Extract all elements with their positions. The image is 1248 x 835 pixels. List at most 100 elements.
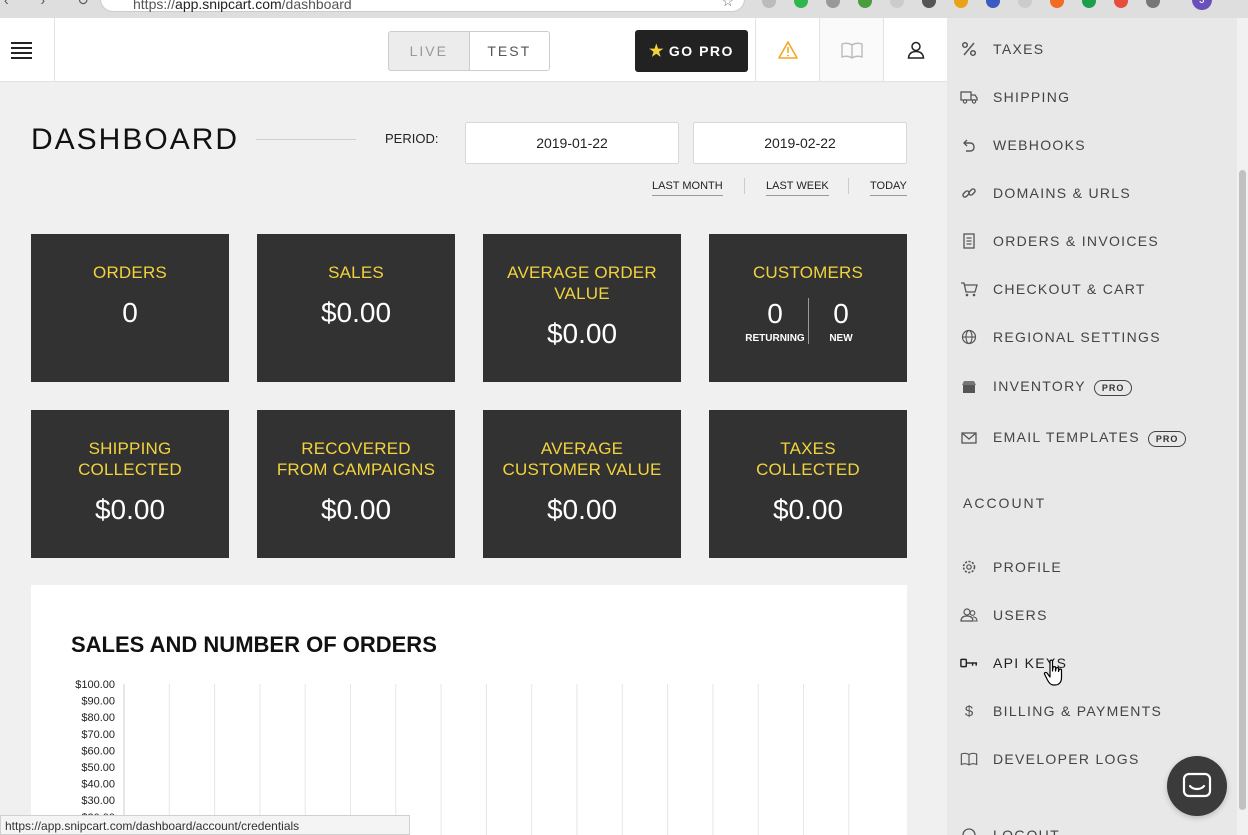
test-mode-button[interactable]: TEST — [468, 32, 549, 70]
stat-card-shipping-collected: SHIPPING COLLECTED $0.00 — [31, 410, 229, 558]
users-icon — [960, 606, 978, 624]
extension-icon[interactable] — [794, 0, 808, 8]
address-bar[interactable]: https://app.snipcart.com/dashboard ☆ — [100, 0, 745, 12]
extension-icon[interactable] — [1114, 0, 1128, 8]
envelope-icon — [960, 429, 978, 447]
sidebar-item-checkout-cart[interactable]: CHECKOUT & CART — [947, 269, 1237, 309]
extension-icon[interactable] — [1082, 0, 1096, 8]
sidebar-item-label: DOMAINS & URLS — [993, 185, 1131, 201]
period-label: PERIOD: — [385, 131, 439, 146]
sidebar-item-webhooks[interactable]: WEBHOOKS — [947, 125, 1237, 165]
last-month-link[interactable]: LAST MONTH — [652, 180, 723, 196]
menu-icon — [11, 52, 32, 54]
docs-button[interactable] — [819, 18, 883, 81]
stat-label: TAXES COLLECTED — [756, 439, 860, 479]
sidebar-item-profile[interactable]: PROFILE — [947, 547, 1237, 587]
app-header: LIVE TEST ★ GO PRO — [0, 18, 947, 82]
chat-launcher-button[interactable] — [1167, 756, 1227, 816]
stat-card-average-customer-value: AVERAGE CUSTOMER VALUE $0.00 — [483, 410, 681, 558]
stat-card-orders: ORDERS 0 — [31, 234, 229, 382]
sidebar-item-label: USERS — [993, 607, 1048, 623]
sidebar-item-label: DEVELOPER LOGS — [993, 751, 1140, 767]
account-button[interactable] — [883, 18, 947, 81]
today-link[interactable]: TODAY — [870, 180, 907, 196]
menu-icon — [11, 57, 32, 59]
scrollbar-thumb[interactable] — [1239, 170, 1246, 810]
browser-nav-icons[interactable]: ‹ › ↻ — [4, 0, 103, 9]
last-week-link[interactable]: LAST WEEK — [766, 180, 829, 196]
extension-icon[interactable] — [1050, 0, 1064, 8]
stat-label: SALES — [328, 263, 384, 282]
user-icon — [907, 41, 924, 59]
returning-customers-label: RETURNING — [745, 333, 805, 344]
stat-label: SHIPPING COLLECTED — [78, 439, 182, 479]
date-from-input[interactable] — [465, 122, 679, 164]
returning-customers-value: 0 — [767, 298, 783, 329]
extension-icon[interactable] — [826, 0, 840, 8]
y-tick-label: $70.00 — [81, 729, 115, 741]
new-customers-value: 0 — [833, 298, 849, 329]
sidebar-item-orders-invoices[interactable]: ORDERS & INVOICES — [947, 221, 1237, 261]
settings-sidebar: TAXES SHIPPING WEBHOOKS DOMAINS & URLS O… — [947, 18, 1237, 835]
alerts-button[interactable] — [755, 18, 819, 81]
extension-icon[interactable] — [858, 0, 872, 8]
address-url: https://app.snipcart.com/dashboard — [133, 0, 352, 12]
bookmark-star-icon[interactable]: ☆ — [721, 0, 734, 10]
sidebar-item-shipping[interactable]: SHIPPING — [947, 77, 1237, 117]
link-icon — [960, 184, 978, 202]
extension-icon[interactable] — [922, 0, 936, 8]
sidebar-item-domains[interactable]: DOMAINS & URLS — [947, 173, 1237, 213]
stat-value: $0.00 — [94, 494, 166, 525]
pro-badge: PRO — [1147, 430, 1187, 447]
sidebar-item-logout[interactable]: LOGOUT — [947, 815, 1237, 835]
new-customers-label: NEW — [829, 333, 853, 344]
extension-icon[interactable] — [1018, 0, 1032, 8]
y-tick-label: $60.00 — [81, 745, 115, 757]
extension-icon[interactable] — [954, 0, 968, 8]
stat-value: $0.00 — [546, 494, 618, 525]
sidebar-scrollbar[interactable] — [1237, 18, 1248, 835]
sidebar-item-label: REGIONAL SETTINGS — [993, 329, 1161, 345]
title-divider — [256, 139, 356, 140]
extension-icon[interactable] — [1146, 0, 1160, 8]
stat-card-average-order-value: AVERAGE ORDER VALUE $0.00 — [483, 234, 681, 382]
menu-button[interactable] — [0, 18, 55, 81]
stat-card-taxes-collected: TAXES COLLECTED $0.00 — [709, 410, 907, 558]
stat-card-customers: CUSTOMERS 0 RETURNING 0 NEW — [709, 234, 907, 382]
y-tick-label: $40.00 — [81, 779, 115, 791]
date-to-input[interactable] — [693, 122, 907, 164]
warning-icon — [777, 40, 798, 59]
sidebar-item-taxes[interactable]: TAXES — [947, 29, 1237, 69]
hand-cursor-icon — [1043, 659, 1063, 686]
stat-card-sales: SALES $0.00 — [257, 234, 455, 382]
sidebar-item-regional-settings[interactable]: REGIONAL SETTINGS — [947, 317, 1237, 357]
sidebar-item-inventory[interactable]: INVENTORY PRO — [947, 367, 1237, 407]
extension-icon[interactable] — [986, 0, 1000, 8]
stat-value: 0 — [122, 297, 138, 328]
chat-icon — [1182, 772, 1212, 798]
extension-icon[interactable] — [890, 0, 904, 8]
box-icon — [960, 378, 978, 396]
key-icon — [960, 654, 978, 672]
page-title: DASHBOARD — [31, 123, 240, 156]
truck-icon — [960, 88, 978, 106]
browser-toolbar: ‹ › ↻ https://app.snipcart.com/dashboard… — [0, 0, 1248, 18]
y-tick-label: $30.00 — [81, 795, 115, 807]
sidebar-item-api-keys[interactable]: API KEYS — [947, 643, 1237, 683]
sales-chart-panel: SALES AND NUMBER OF ORDERS $100.00 $90.00… — [31, 585, 907, 835]
extension-icon[interactable] — [762, 0, 776, 8]
sidebar-item-email-templates[interactable]: EMAIL TEMPLATES PRO — [947, 418, 1237, 458]
stat-value: $0.00 — [772, 494, 844, 525]
sidebar-item-billing-payments[interactable]: $ BILLING & PAYMENTS — [947, 691, 1237, 731]
sidebar-item-users[interactable]: USERS — [947, 595, 1237, 635]
sidebar-item-label: ORDERS & INVOICES — [993, 233, 1160, 249]
stat-value: $0.00 — [320, 297, 392, 328]
profile-avatar[interactable]: J — [1192, 0, 1212, 10]
go-pro-label: GO PRO — [668, 43, 734, 59]
live-mode-button[interactable]: LIVE — [389, 32, 469, 70]
star-icon: ★ — [649, 43, 665, 60]
stat-value: $0.00 — [320, 494, 392, 525]
stat-label: RECOVERED FROM CAMPAIGNS — [276, 439, 436, 479]
divider — [744, 178, 745, 194]
go-pro-button[interactable]: ★ GO PRO — [635, 30, 748, 72]
